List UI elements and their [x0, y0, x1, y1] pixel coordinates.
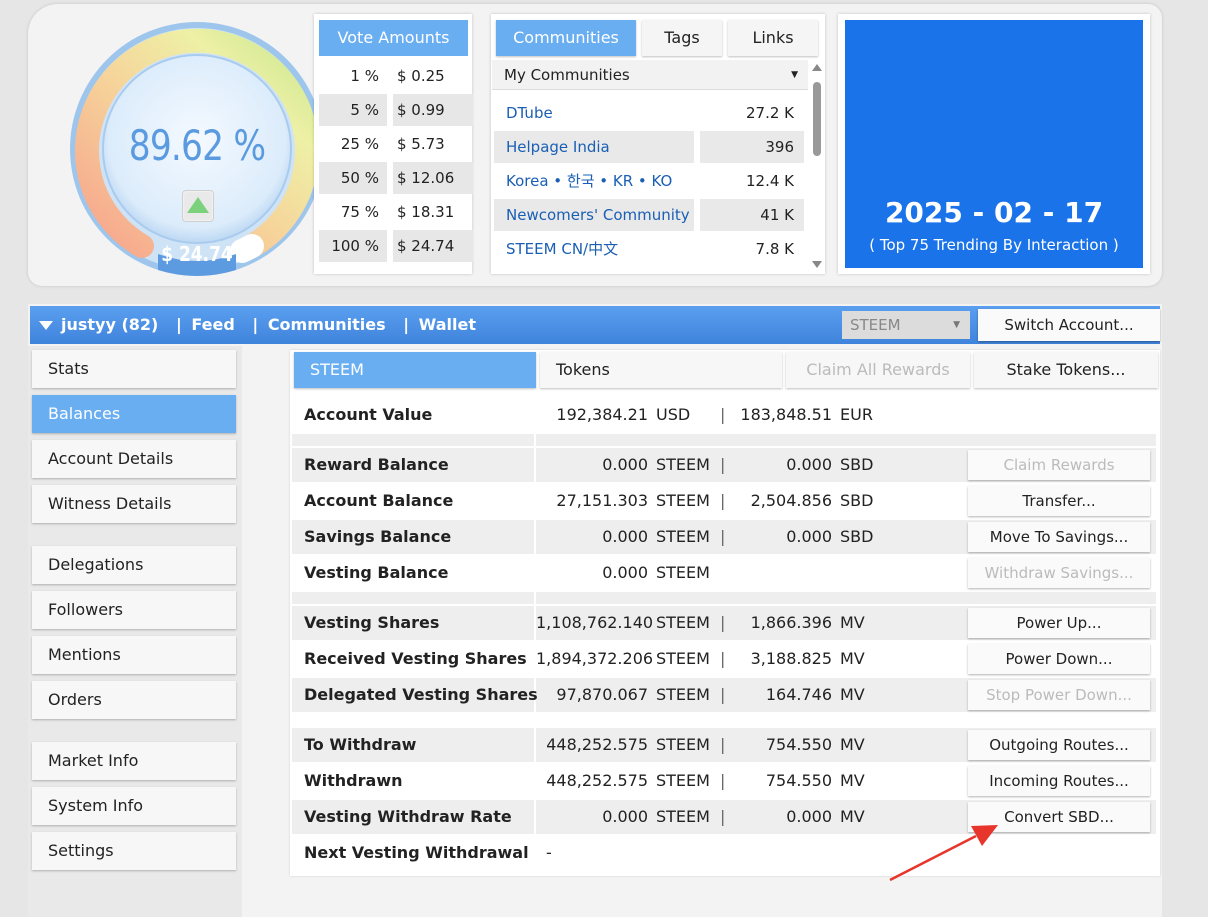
vote-row: 75 % $ 18.31	[340, 203, 455, 221]
account-value-row: Account Value 192,384.21 USD | 183,848.5…	[304, 405, 873, 424]
scroll-up-icon[interactable]	[812, 64, 822, 71]
vote-row: 5 % $ 0.99	[319, 94, 473, 126]
vesting-withdraw-rate-row: Vesting Withdraw Rate 0.000 STEEM | 0.00…	[292, 800, 1156, 834]
caret-down-icon[interactable]	[39, 321, 53, 330]
withdrawn-row: Withdrawn 448,252.575 STEEM | 754.550 MV…	[292, 764, 1156, 798]
next-vesting-withdrawal-row: Next Vesting Withdrawal -	[304, 843, 552, 862]
trending-subtitle: ( Top 75 Trending By Interaction )	[869, 236, 1119, 254]
claim-rewards-button[interactable]: Claim Rewards	[968, 450, 1150, 480]
scroll-thumb[interactable]	[813, 82, 821, 156]
sidebar-item-mentions[interactable]: Mentions	[32, 636, 236, 674]
main-panel: justyy (82) | Feed | Communities | Walle…	[28, 304, 1162, 917]
voting-power-gauge: 89.62 % $ 24.74	[66, 18, 328, 280]
stop-power-down-button[interactable]: Stop Power Down...	[968, 680, 1150, 710]
sidebar-item-settings[interactable]: Settings	[32, 832, 236, 870]
received-vesting-shares-row: Received Vesting Shares 1,894,372.206 ST…	[292, 642, 1156, 676]
triangle-up-icon	[187, 197, 209, 213]
balances-content: STEEM Tokens Claim All Rewards Stake Tok…	[290, 350, 1160, 876]
community-row[interactable]: Newcomers' Community 41 K	[494, 199, 804, 231]
sidebar-item-stats[interactable]: Stats	[32, 350, 236, 388]
tab-communities[interactable]: Communities	[496, 20, 636, 56]
nav-separator: |	[403, 315, 410, 334]
reward-balance-row: Reward Balance 0.000 STEEM | 0.000 SBD C…	[292, 448, 1156, 482]
trending-date-panel: 2025 - 02 - 17 ( Top 75 Trending By Inte…	[838, 14, 1150, 274]
trending-date: 2025 - 02 - 17	[884, 196, 1104, 229]
incoming-routes-button[interactable]: Incoming Routes...	[968, 766, 1150, 796]
nav-wallet[interactable]: Wallet	[419, 315, 476, 334]
stake-tokens-button[interactable]: Stake Tokens...	[974, 352, 1158, 388]
switch-account-button[interactable]: Switch Account...	[978, 309, 1160, 341]
token-select[interactable]: STEEM ▼	[842, 311, 970, 339]
community-row[interactable]: DTube 27.2 K	[494, 97, 804, 129]
vote-value: $ 24.74	[161, 242, 233, 266]
power-down-button[interactable]: Power Down...	[968, 644, 1150, 674]
tab-steem[interactable]: STEEM	[294, 352, 536, 388]
vesting-balance-row: Vesting Balance 0.000 STEEM Withdraw Sav…	[292, 556, 1156, 590]
tab-tokens[interactable]: Tokens	[540, 352, 782, 388]
withdraw-savings-button[interactable]: Withdraw Savings...	[968, 558, 1150, 588]
trending-date-tile[interactable]: 2025 - 02 - 17 ( Top 75 Trending By Inte…	[845, 20, 1143, 268]
vesting-shares-row: Vesting Shares 1,108,762.140 STEEM | 1,8…	[292, 606, 1156, 640]
vote-row: 50 % $ 12.06	[319, 162, 473, 194]
claim-all-rewards-button[interactable]: Claim All Rewards	[786, 352, 970, 388]
communities-select[interactable]: My Communities ▼	[492, 60, 808, 90]
transfer-button[interactable]: Transfer...	[968, 486, 1150, 516]
nav-feed[interactable]: Feed	[191, 315, 234, 334]
tab-tags[interactable]: Tags	[642, 20, 722, 56]
sidebar-item-delegations[interactable]: Delegations	[32, 546, 236, 584]
sidebar-item-witness-details[interactable]: Witness Details	[32, 485, 236, 523]
nav-communities[interactable]: Communities	[268, 315, 386, 334]
vote-row: 100 % $ 24.74	[319, 230, 473, 262]
vote-amounts-panel: Vote Amounts 1 % $ 0.25 5 % $ 0.99 25 % $ 5…	[314, 14, 473, 274]
row-spacer	[292, 434, 1156, 446]
sidebar-item-followers[interactable]: Followers	[32, 591, 236, 629]
communities-panel: Communities Tags Links My Communities ▼ …	[491, 14, 825, 274]
sidebar-item-orders[interactable]: Orders	[32, 681, 236, 719]
communities-scrollbar[interactable]	[811, 62, 823, 268]
nav-separator: |	[175, 315, 182, 334]
vote-amounts-title: Vote Amounts	[319, 20, 468, 56]
to-withdraw-row: To Withdraw 448,252.575 STEEM | 754.550 …	[292, 728, 1156, 762]
savings-balance-row: Savings Balance 0.000 STEEM | 0.000 SBD …	[292, 520, 1156, 554]
sidebar-item-account-details[interactable]: Account Details	[32, 440, 236, 478]
account-balance-row: Account Balance 27,151.303 STEEM | 2,504…	[292, 484, 1156, 518]
community-row[interactable]: STEEM CN/中文 7.8 K	[494, 233, 804, 265]
sidebar-item-system-info[interactable]: System Info	[32, 787, 236, 825]
community-row[interactable]: Helpage India 396	[494, 131, 804, 163]
sidebar: Stats Balances Account Details Witness D…	[28, 346, 242, 917]
top-panel: 89.62 % $ 24.74 Vote Amounts 1 % $ 0.25 5…	[28, 4, 1162, 286]
scroll-down-icon[interactable]	[812, 261, 822, 268]
delegated-vesting-shares-row: Delegated Vesting Shares 97,870.067 STEE…	[292, 678, 1156, 712]
power-up-button[interactable]: Power Up...	[968, 608, 1150, 638]
move-to-savings-button[interactable]: Move To Savings...	[968, 522, 1150, 552]
outgoing-routes-button[interactable]: Outgoing Routes...	[968, 730, 1150, 760]
caret-down-icon: ▼	[791, 70, 798, 80]
row-spacer	[292, 714, 1156, 726]
account-navbar: justyy (82) | Feed | Communities | Walle…	[30, 306, 1160, 344]
vote-row: 1 % $ 0.25	[350, 67, 445, 85]
tab-links[interactable]: Links	[728, 20, 818, 56]
sidebar-item-balances[interactable]: Balances	[32, 395, 236, 433]
nav-user[interactable]: justyy (82)	[61, 315, 158, 334]
sidebar-item-market-info[interactable]: Market Info	[32, 742, 236, 780]
vote-row: 25 % $ 5.73	[340, 135, 445, 153]
convert-sbd-button[interactable]: Convert SBD...	[968, 802, 1150, 832]
community-row[interactable]: Korea • 한국 • KR • KO 12.4 K	[494, 165, 804, 197]
upvote-button[interactable]	[182, 190, 214, 222]
voting-power-percent: 89.62 %	[128, 121, 266, 170]
nav-separator: |	[252, 315, 259, 334]
row-spacer	[292, 592, 1156, 604]
caret-down-icon: ▼	[953, 320, 960, 330]
